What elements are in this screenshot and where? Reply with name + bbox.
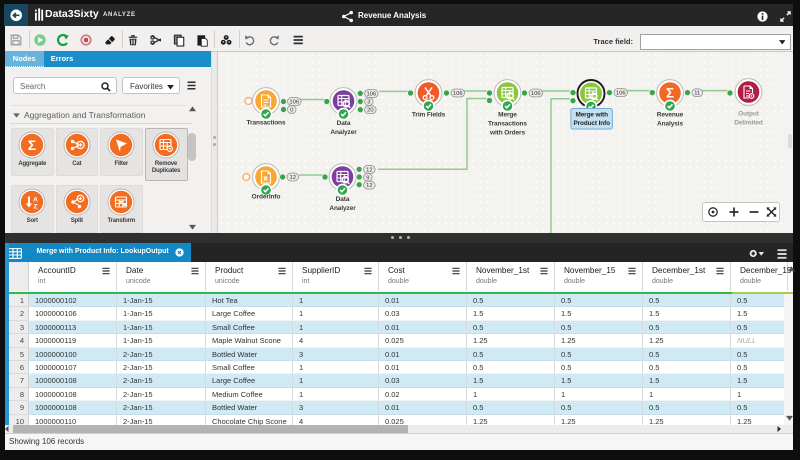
- svg-text:0: 0: [290, 108, 293, 114]
- svg-text:3: 3: [367, 100, 370, 106]
- svg-text:Analysis: Analysis: [657, 121, 683, 128]
- svg-text:106: 106: [616, 91, 626, 97]
- svg-text:Data: Data: [337, 120, 351, 127]
- svg-text:11: 11: [694, 91, 700, 97]
- svg-text:Merge with: Merge with: [576, 111, 609, 118]
- svg-text:Transactions: Transactions: [247, 120, 286, 127]
- svg-text:Product Info: Product Info: [573, 120, 610, 127]
- svg-text:12: 12: [290, 175, 296, 181]
- svg-text:20: 20: [367, 108, 373, 114]
- svg-text:Trim Fields: Trim Fields: [412, 112, 446, 119]
- svg-text:106: 106: [367, 92, 377, 98]
- svg-text:Σ: Σ: [666, 86, 674, 101]
- svg-text:106: 106: [453, 91, 463, 97]
- svg-text:Transactions: Transactions: [488, 121, 527, 128]
- svg-text:106: 106: [531, 91, 541, 97]
- svg-text:Data: Data: [336, 196, 350, 203]
- svg-text:9: 9: [366, 175, 369, 181]
- svg-text:Analyzer: Analyzer: [329, 205, 356, 212]
- svg-text:Revenue: Revenue: [657, 112, 684, 119]
- svg-text:Delimited: Delimited: [734, 120, 762, 127]
- svg-text:OrderInfo: OrderInfo: [252, 194, 281, 201]
- svg-text:12: 12: [366, 183, 372, 189]
- svg-text:Analyzer: Analyzer: [330, 129, 357, 136]
- svg-text:with Orders: with Orders: [489, 130, 526, 137]
- svg-text:12: 12: [366, 167, 372, 173]
- svg-text:Merge: Merge: [498, 112, 517, 119]
- svg-text:Σ: Σ: [28, 137, 36, 153]
- svg-text:A: A: [33, 197, 38, 204]
- svg-text:106: 106: [289, 100, 299, 106]
- svg-text:Z: Z: [34, 204, 38, 211]
- svg-text:Output: Output: [738, 111, 760, 118]
